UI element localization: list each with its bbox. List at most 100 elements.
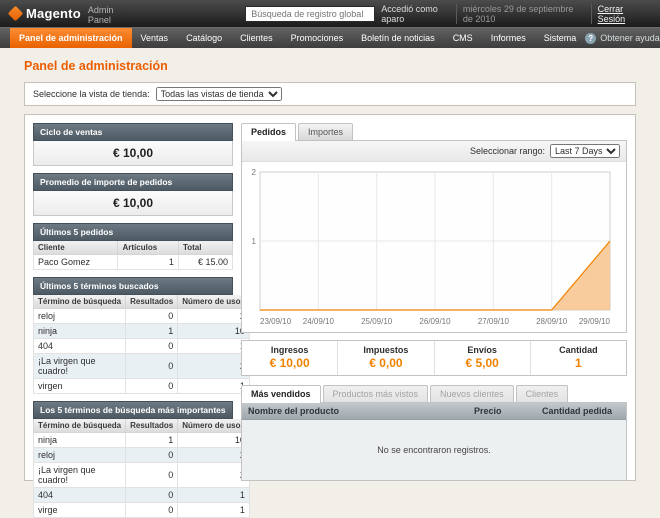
svg-text:28/09/10: 28/09/10	[536, 317, 568, 326]
col-qty-ordered: Cantidad pedida	[536, 403, 626, 419]
search-term: ¡La virgen que cuadro!	[34, 354, 126, 379]
stat-value: € 10,00	[242, 356, 337, 370]
lifetime-sales-title: Ciclo de ventas	[33, 123, 233, 141]
lifetime-sales-section: Ciclo de ventas € 10,00	[33, 123, 233, 166]
search-term-row[interactable]: ¡La virgen que cuadro! 0 2	[34, 463, 250, 488]
svg-text:26/09/10: 26/09/10	[419, 317, 451, 326]
store-view-select[interactable]: Todas las vistas de tienda	[156, 87, 282, 101]
chart-panel: Seleccionar rango: Last 7 Days 23/09/10 2…	[241, 140, 627, 333]
search-term-row[interactable]: ninja 1 10	[34, 433, 250, 448]
stat-label: Impuestos	[338, 345, 433, 355]
search-term-row[interactable]: reloj 0 2	[34, 309, 250, 324]
search-uses: 2	[178, 448, 250, 463]
search-uses: 1	[178, 503, 250, 518]
brand-text: Magento	[26, 6, 81, 21]
search-term: 404	[34, 488, 126, 503]
range-bar: Seleccionar rango: Last 7 Days	[242, 141, 626, 162]
tab-mas-vendidos[interactable]: Más vendidos	[241, 385, 321, 403]
average-orders-section: Promedio de importe de pedidos € 10,00	[33, 173, 233, 216]
search-term-row[interactable]: virge 0 1	[34, 503, 250, 518]
top-search-section: Los 5 términos de búsqueda más important…	[33, 401, 233, 518]
svg-text:2: 2	[252, 168, 257, 177]
search-results: 0	[126, 488, 178, 503]
search-term-row[interactable]: ¡La virgen que cuadro! 0 2	[34, 354, 250, 379]
col-term: Término de búsqueda	[34, 295, 126, 309]
order-customer: Paco Gomez	[34, 255, 118, 270]
magento-logo-icon	[8, 6, 24, 22]
main-nav: Panel de administración Ventas Catálogo …	[0, 27, 660, 48]
stat-label: Envíos	[435, 345, 530, 355]
tab-pedidos[interactable]: Pedidos	[241, 123, 296, 141]
last-orders-title: Últimos 5 pedidos	[33, 223, 233, 241]
nav-item-catalogo[interactable]: Catálogo	[177, 28, 231, 48]
nav-item-sistema[interactable]: Sistema	[535, 28, 586, 48]
last-search-section: Últimos 5 términos buscados Término de b…	[33, 277, 233, 394]
search-results: 0	[126, 354, 178, 379]
dashboard-right-column: Pedidos Importes Seleccionar rango: Last…	[241, 123, 627, 472]
products-grid-header: Nombre del producto Precio Cantidad pedi…	[242, 403, 626, 420]
search-uses: 2	[178, 463, 250, 488]
page-title: Panel de administración	[24, 59, 636, 73]
search-results: 0	[126, 463, 178, 488]
search-results: 0	[126, 448, 178, 463]
stat-label: Cantidad	[531, 345, 626, 355]
nav-item-ventas[interactable]: Ventas	[132, 28, 178, 48]
svg-text:29/09/10: 29/09/10	[579, 317, 611, 326]
grid-empty-message: No se encontraron registros.	[242, 420, 626, 480]
tab-clientes[interactable]: Clientes	[516, 385, 569, 402]
brand-suffix-text: Admin Panel	[88, 2, 120, 25]
col-uses: Número de usos	[178, 419, 250, 433]
lifetime-sales-value: € 10,00	[33, 141, 233, 166]
tab-nuevos-clientes[interactable]: Nuevos clientes	[430, 385, 514, 402]
search-term: 404	[34, 339, 126, 354]
search-term: virge	[34, 503, 126, 518]
col-product-name: Nombre del producto	[242, 403, 468, 419]
search-term-row[interactable]: reloj 0 2	[34, 448, 250, 463]
tab-productos-mas-vistos[interactable]: Productos más vistos	[323, 385, 429, 402]
nav-item-promociones[interactable]: Promociones	[282, 28, 353, 48]
nav-item-clientes[interactable]: Clientes	[231, 28, 282, 48]
svg-text:27/09/10: 27/09/10	[478, 317, 510, 326]
stat-value: € 5,00	[435, 356, 530, 370]
nav-item-informes[interactable]: Informes	[482, 28, 535, 48]
search-uses: 1	[178, 488, 250, 503]
search-results: 0	[126, 339, 178, 354]
dashboard-panel: Ciclo de ventas € 10,00 Promedio de impo…	[24, 114, 636, 481]
search-term-row[interactable]: ninja 1 10	[34, 324, 250, 339]
range-select[interactable]: Last 7 Days	[550, 144, 620, 158]
stats-row: Ingresos € 10,00 Impuestos € 0,00 Envíos…	[241, 340, 627, 376]
tab-importes[interactable]: Importes	[298, 123, 353, 140]
top-search-title: Los 5 términos de búsqueda más important…	[33, 401, 233, 419]
order-row[interactable]: Paco Gomez 1 € 15.00	[34, 255, 233, 270]
search-term: reloj	[34, 448, 126, 463]
col-cliente: Cliente	[34, 241, 118, 255]
dashboard-left-column: Ciclo de ventas € 10,00 Promedio de impo…	[33, 123, 233, 472]
svg-text:1: 1	[252, 237, 257, 246]
search-term: ninja	[34, 324, 126, 339]
svg-text:23/09/10: 23/09/10	[260, 317, 292, 326]
search-term: virgen	[34, 379, 126, 394]
global-search-input[interactable]	[245, 6, 375, 22]
search-uses: 10	[178, 433, 250, 448]
average-orders-value: € 10,00	[33, 191, 233, 216]
store-switcher: Seleccione la vista de tienda: Todas las…	[24, 82, 636, 106]
search-term-row[interactable]: 404 0 1	[34, 339, 250, 354]
search-uses: 10	[178, 324, 250, 339]
nav-item-cms[interactable]: CMS	[444, 28, 482, 48]
search-uses: 2	[178, 309, 250, 324]
nav-item-boletin[interactable]: Boletín de noticias	[352, 28, 444, 48]
stat-impuestos: Impuestos € 0,00	[337, 341, 433, 375]
nav-item-dashboard[interactable]: Panel de administración	[10, 28, 132, 48]
search-term: ninja	[34, 433, 126, 448]
search-term-row[interactable]: virgen 0 1	[34, 379, 250, 394]
search-results: 1	[126, 324, 178, 339]
search-uses: 1	[178, 339, 250, 354]
svg-text:25/09/10: 25/09/10	[361, 317, 393, 326]
grid-tabs: Más vendidos Productos más vistos Nuevos…	[241, 385, 627, 402]
logout-link[interactable]: Cerrar Sesión	[591, 4, 650, 24]
col-uses: Número de usos	[178, 295, 250, 309]
search-term-row[interactable]: 404 0 1	[34, 488, 250, 503]
col-results: Resultados	[126, 295, 178, 309]
last-search-title: Últimos 5 términos buscados	[33, 277, 233, 295]
help-link[interactable]: ? Obtener ayuda para esta página	[585, 28, 660, 48]
